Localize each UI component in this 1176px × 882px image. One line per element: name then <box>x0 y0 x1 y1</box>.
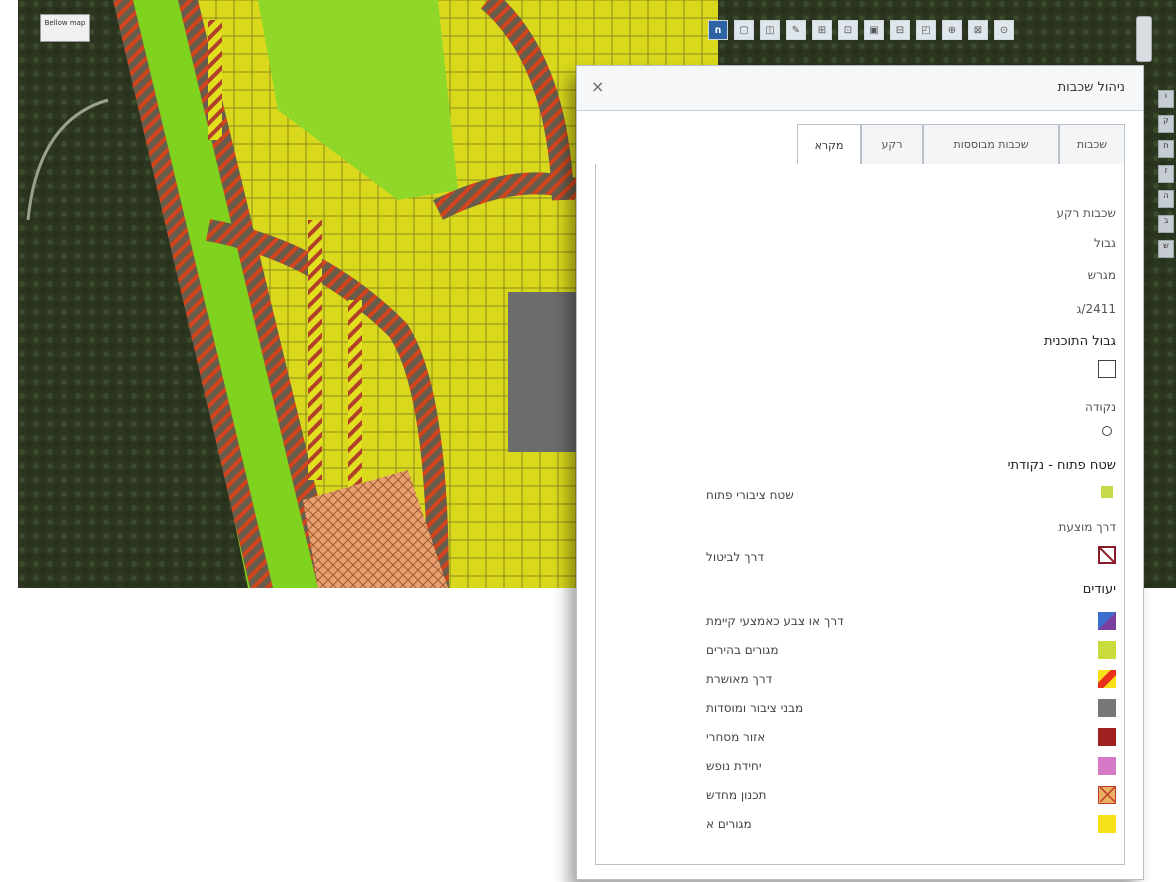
proposed-road-symbol <box>1098 546 1116 564</box>
legend-swatch <box>1098 641 1116 659</box>
legend-swatch <box>1098 699 1116 717</box>
close-icon[interactable]: × <box>591 77 604 96</box>
roads-label: דרך מוצעת <box>1058 520 1116 534</box>
map-tool-icon[interactable]: ⊙ <box>994 20 1014 40</box>
plan-boundary-label: גבול התוכנית <box>1043 334 1116 349</box>
map-tool-icon[interactable]: ⊕ <box>942 20 962 40</box>
legend-swatch <box>1098 757 1116 775</box>
zoom-slider-handle[interactable] <box>1136 16 1152 62</box>
legend-item-label: דרך מאושרת <box>706 672 773 686</box>
legend-swatch <box>1098 815 1116 833</box>
legend-item-label: יחידת נופש <box>706 759 762 773</box>
side-tab[interactable]: ז <box>1158 165 1174 183</box>
map-tool-icon[interactable]: ✎ <box>786 20 806 40</box>
home-icon[interactable]: ח <box>708 20 728 40</box>
legend-panel: שכבות רקע גבול מגרש 2411/ג גבול התוכנית … <box>595 164 1125 865</box>
basemap-thumbnail[interactable]: Bellow map <box>40 14 90 42</box>
dialog-header: ניהול שכבות × <box>577 66 1143 111</box>
legend-item-label: דרך או צבע כאמצעי קיימת <box>706 614 844 628</box>
map-tool-icon[interactable]: ⊞ <box>812 20 832 40</box>
side-tab[interactable]: ש <box>1158 240 1174 258</box>
legend-swatch <box>1098 670 1116 688</box>
side-tab[interactable]: ב <box>1158 215 1174 233</box>
tab-legend[interactable]: מקרא <box>797 124 861 165</box>
map-tool-icon[interactable]: ⊠ <box>968 20 988 40</box>
side-tab-strip: וקתזהבש <box>1158 90 1174 258</box>
tab-background[interactable]: רקע <box>861 124 923 164</box>
map-tool-icon[interactable]: ▢ <box>734 20 754 40</box>
dialog-tabs: שכבות שכבות מבוססות רקע מקרא <box>595 124 1125 165</box>
side-tab[interactable]: ק <box>1158 115 1174 133</box>
legend-line: מגרש <box>1087 268 1116 282</box>
legend-line: 2411/ג <box>1076 302 1116 316</box>
open-area-symbol <box>1101 486 1113 498</box>
legend-swatch <box>1098 728 1116 746</box>
open-area-text: שטח ציבורי פתוח <box>706 488 794 502</box>
map-tool-icon[interactable]: ◫ <box>760 20 780 40</box>
tab-based-layers[interactable]: שכבות מבוססות <box>923 124 1059 164</box>
point-symbol <box>1102 426 1112 436</box>
map-tool-icon[interactable]: ⊡ <box>838 20 858 40</box>
uses-label: יעודים <box>1082 582 1116 597</box>
side-tab[interactable]: ה <box>1158 190 1174 208</box>
legend-item-label: אזור מסחרי <box>706 730 766 744</box>
proposed-road-text: דרך לביטול <box>706 550 764 564</box>
point-label: נקודה <box>1085 400 1116 414</box>
layers-dialog: ניהול שכבות × שכבות שכבות מבוססות רקע מק… <box>576 65 1144 880</box>
open-area-label: שטח פתוח - נקודתי <box>1007 458 1116 473</box>
legend-line: גבול <box>1094 236 1116 250</box>
legend-swatch <box>1098 786 1116 804</box>
legend-item-label: מגורים א <box>706 817 752 831</box>
side-tab[interactable]: ת <box>1158 140 1174 158</box>
map-tool-icon[interactable]: ▣ <box>864 20 884 40</box>
map-tool-icon[interactable]: ◰ <box>916 20 936 40</box>
tab-layers[interactable]: שכבות <box>1059 124 1125 164</box>
dialog-title: ניהול שכבות <box>1057 80 1125 95</box>
side-tab[interactable]: ו <box>1158 90 1174 108</box>
map-tool-icon[interactable]: ⊟ <box>890 20 910 40</box>
map-toolbar: ח ▢ ◫ ✎ ⊞ ⊡ ▣ ⊟ ◰ ⊕ ⊠ ⊙ <box>708 20 1014 40</box>
legend-item-label: מבני ציבור ומוסדות <box>706 701 804 715</box>
legend-swatch <box>1098 612 1116 630</box>
legend-item-label: תכנון מחדש <box>706 788 767 802</box>
legend-item-label: מגורים בהירים <box>706 643 779 657</box>
legend-section-title: שכבות רקע <box>1056 206 1116 220</box>
plan-boundary-symbol <box>1098 360 1116 378</box>
